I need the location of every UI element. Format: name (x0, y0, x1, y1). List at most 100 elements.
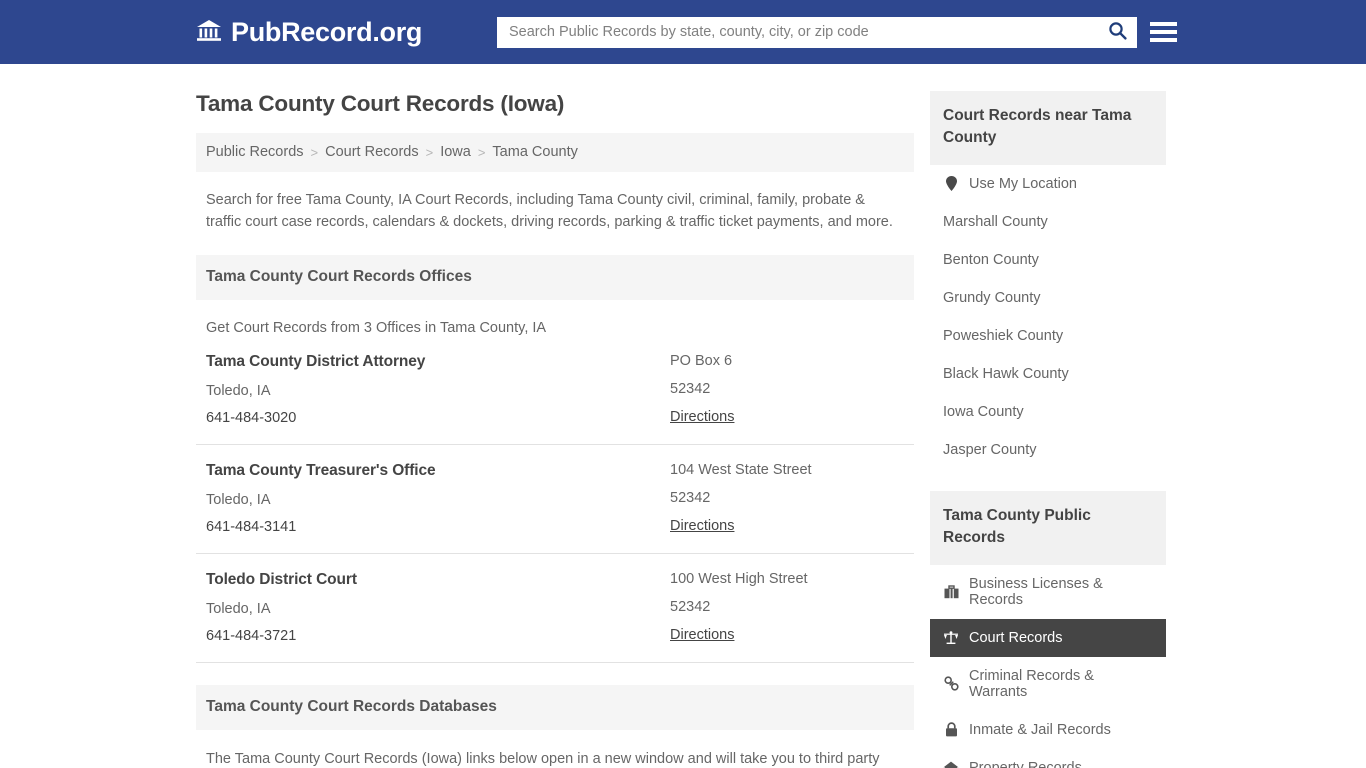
page-title: Tama County Court Records (Iowa) (196, 91, 565, 116)
directions-link[interactable]: Directions (670, 518, 734, 534)
sidebar-item-business-licenses[interactable]: Business Licenses & Records (930, 565, 1166, 619)
office-address: PO Box 6 (670, 353, 733, 370)
site-header: PubRecord.org (0, 0, 1366, 64)
map-pin-icon (943, 176, 959, 192)
main-content: Tama County Court Records (Iowa) Public … (196, 64, 914, 768)
directions-link[interactable]: Directions (670, 409, 734, 425)
breadcrumb-item-0[interactable]: Public Records (206, 144, 304, 160)
office-address-block: 104 West State Street 52342 Directions (670, 462, 904, 535)
list-item: Inmate & Jail Records (930, 711, 1166, 749)
nearby-county-list: Use My Location Marshall County Benton C… (930, 165, 1166, 469)
search-input[interactable] (498, 17, 1098, 47)
databases-section-paragraph: The Tama County Court Records (Iowa) lin… (206, 751, 880, 768)
sidebar-item-criminal-records[interactable]: Criminal Records & Warrants (930, 657, 1166, 711)
databases-section-heading: Tama County Court Records Databases (196, 685, 914, 731)
offices-section-heading: Tama County Court Records Offices (196, 255, 914, 301)
office-details: Tama County Treasurer's Office Toledo, I… (206, 462, 670, 535)
county-label: Poweshiek County (943, 327, 1064, 344)
list-item: Property Records (930, 749, 1166, 768)
table-row: Toledo District Court Toledo, IA 641-484… (196, 554, 914, 664)
county-label: Marshall County (943, 213, 1048, 230)
use-my-location-label: Use My Location (969, 175, 1077, 192)
breadcrumb-item-1[interactable]: Court Records (325, 144, 418, 160)
padlock-icon (943, 722, 959, 737)
offices-count-note: Get Court Records from 3 Offices in Tama… (206, 320, 547, 337)
search-icon (1108, 21, 1127, 43)
nearby-records-heading: Court Records near Tama County (930, 91, 1166, 165)
sidebar-item-inmate-jail-records[interactable]: Inmate & Jail Records (930, 711, 1166, 749)
site-logo-text: PubRecord.org (231, 16, 423, 47)
office-phone: 641-484-3721 (206, 628, 297, 645)
table-row: Tama County District Attorney Toledo, IA… (196, 336, 914, 446)
sidebar-item-label: Criminal Records & Warrants (969, 667, 1094, 700)
public-records-panel: Tama County Public Records Business Lice… (930, 490, 1166, 768)
breadcrumb: Public Records > Court Records > Iowa > … (196, 133, 914, 172)
office-city-state: Toledo, IA (206, 383, 271, 400)
sidebar-item-court-records[interactable]: Court Records (930, 618, 1166, 657)
list-item: Use My Location (930, 165, 1166, 203)
office-details: Tama County District Attorney Toledo, IA… (206, 353, 670, 426)
list-item: Jasper County (930, 431, 1166, 469)
list-item: Marshall County (930, 203, 1166, 241)
briefcase-icon (943, 585, 959, 599)
office-address: 100 West High Street (670, 571, 808, 588)
office-address-block: 100 West High Street 52342 Directions (670, 571, 904, 644)
office-details: Toledo District Court Toledo, IA 641-484… (206, 571, 670, 644)
county-label: Iowa County (943, 403, 1024, 420)
sidebar-item-label: Property Records (969, 759, 1082, 768)
office-name: Tama County Treasurer's Office (206, 462, 436, 480)
county-label: Benton County (943, 251, 1039, 268)
office-address-block: PO Box 6 52342 Directions (670, 353, 904, 426)
office-phone: 641-484-3020 (206, 410, 297, 427)
search-button[interactable] (1098, 18, 1136, 47)
office-city-state: Toledo, IA (206, 492, 271, 509)
breadcrumb-item-3[interactable]: Tama County (492, 144, 577, 160)
house-icon (943, 761, 959, 768)
sidebar-item-poweshiek-county[interactable]: Poweshiek County (930, 317, 1166, 355)
sidebar-item-marshall-county[interactable]: Marshall County (930, 203, 1166, 241)
public-records-list: Business Licenses & Records Court Record… (930, 565, 1166, 768)
public-records-heading: Tama County Public Records (930, 490, 1166, 565)
list-item: Black Hawk County (930, 355, 1166, 393)
county-label: Black Hawk County (943, 365, 1069, 382)
site-logo[interactable]: PubRecord.org (196, 17, 422, 48)
handcuffs-icon (943, 676, 959, 691)
sidebar-item-property-records[interactable]: Property Records (930, 749, 1166, 768)
sidebar-item-black-hawk-county[interactable]: Black Hawk County (930, 355, 1166, 393)
sidebar-item-benton-county[interactable]: Benton County (930, 241, 1166, 279)
county-label: Jasper County (943, 441, 1037, 458)
sidebar-item-label: Inmate & Jail Records (969, 721, 1111, 738)
nearby-records-panel: Court Records near Tama County Use My Lo… (930, 91, 1166, 469)
list-item: Grundy County (930, 279, 1166, 317)
page-intro-text: Search for free Tama County, IA Court Re… (206, 192, 893, 231)
list-item: Business Licenses & Records (930, 565, 1166, 619)
sidebar-item-grundy-county[interactable]: Grundy County (930, 279, 1166, 317)
scales-of-justice-icon (943, 631, 959, 645)
sidebar-item-label: Court Records (969, 629, 1063, 646)
list-item: Court Records (930, 618, 1166, 657)
breadcrumb-item-2[interactable]: Iowa (440, 144, 471, 160)
office-zip: 52342 (670, 490, 711, 507)
list-item: Poweshiek County (930, 317, 1166, 355)
list-item: Benton County (930, 241, 1166, 279)
directions-link[interactable]: Directions (670, 627, 734, 643)
sidebar-item-iowa-county[interactable]: Iowa County (930, 393, 1166, 431)
office-name: Toledo District Court (206, 571, 357, 589)
sidebar-item-jasper-county[interactable]: Jasper County (930, 431, 1166, 469)
sidebar: Court Records near Tama County Use My Lo… (930, 64, 1166, 768)
breadcrumb-separator: > (310, 144, 319, 160)
office-city-state: Toledo, IA (206, 601, 271, 618)
office-name: Tama County District Attorney (206, 353, 426, 371)
office-address: 104 West State Street (670, 462, 812, 479)
office-zip: 52342 (670, 599, 711, 616)
breadcrumb-separator: > (477, 144, 486, 160)
office-zip: 52342 (670, 381, 711, 398)
breadcrumb-separator: > (425, 144, 434, 160)
office-phone: 641-484-3141 (206, 519, 297, 536)
list-item: Iowa County (930, 393, 1166, 431)
page-body: Tama County Court Records (Iowa) Public … (0, 64, 1366, 768)
table-row: Tama County Treasurer's Office Toledo, I… (196, 445, 914, 555)
sidebar-item-label: Business Licenses & Records (969, 575, 1103, 608)
use-my-location-button[interactable]: Use My Location (930, 165, 1166, 203)
hamburger-menu-icon[interactable] (1150, 19, 1177, 45)
